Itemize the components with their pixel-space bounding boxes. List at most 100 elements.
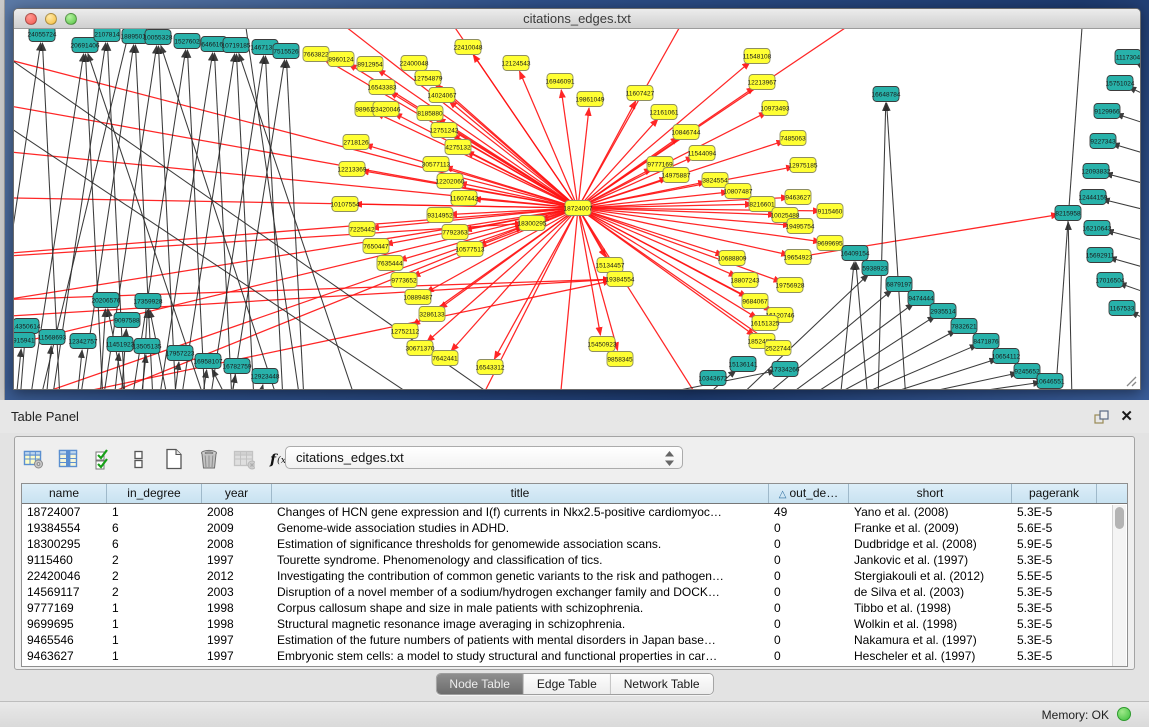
- graph-node[interactable]: 11544094: [688, 146, 717, 161]
- graph-node[interactable]: 10846744: [672, 125, 701, 140]
- graph-node[interactable]: 16958107: [194, 354, 223, 369]
- column-header-pagerank[interactable]: pagerank: [1012, 484, 1097, 503]
- graph-node[interactable]: 9773652: [391, 273, 417, 288]
- graph-node[interactable]: 2718126: [343, 135, 369, 150]
- graph-node[interactable]: 5938923: [862, 261, 888, 276]
- graph-node[interactable]: 10646551: [1036, 374, 1065, 389]
- graph-node[interactable]: 8912954: [357, 57, 383, 72]
- graph-node[interactable]: 14350614: [14, 319, 41, 334]
- graph-node[interactable]: 16782759: [223, 359, 252, 374]
- graph-node[interactable]: 9227343: [1090, 134, 1116, 149]
- graph-node[interactable]: 9245652: [1014, 364, 1040, 379]
- graph-edge[interactable]: [259, 385, 263, 390]
- graph-node[interactable]: 14024067: [428, 88, 457, 103]
- graph-edge[interactable]: [878, 103, 886, 390]
- graph-node[interactable]: 12975185: [789, 158, 818, 173]
- graph-node[interactable]: 9129966: [1094, 104, 1120, 119]
- float-panel-icon[interactable]: [1093, 409, 1109, 425]
- scrollbar-thumb[interactable]: [1115, 507, 1124, 529]
- split-pane-divider[interactable]: [0, 0, 5, 400]
- graph-node[interactable]: 17334266: [771, 362, 800, 377]
- tab-node-table[interactable]: Node Table: [436, 674, 524, 694]
- graph-node[interactable]: 10343672: [699, 371, 728, 386]
- graph-node[interactable]: 17957223: [166, 346, 195, 361]
- graph-edge-selected[interactable]: [578, 208, 700, 390]
- column-header-title[interactable]: title: [272, 484, 769, 503]
- graph-edge-selected[interactable]: [578, 108, 589, 208]
- graph-node[interactable]: 12213967: [748, 75, 777, 90]
- resize-grip-icon[interactable]: [1123, 373, 1137, 387]
- graph-node[interactable]: 22410048: [454, 40, 483, 55]
- tab-network-table[interactable]: Network Table: [611, 674, 713, 694]
- graph-edge[interactable]: [236, 54, 254, 390]
- graph-node[interactable]: 10654112: [992, 349, 1021, 364]
- graph-node[interactable]: 7663822: [303, 47, 329, 62]
- graph-node[interactable]: 7792363: [442, 225, 468, 240]
- graph-node[interactable]: 17359928: [134, 294, 163, 309]
- graph-node[interactable]: 30671370: [406, 341, 435, 356]
- column-header-out_de[interactable]: △out_de…: [769, 484, 849, 503]
- graph-node[interactable]: 12752112: [391, 324, 420, 339]
- column-header-name[interactable]: name: [22, 484, 107, 503]
- table-row[interactable]: 2242004622012Investigating the contribut…: [22, 568, 1127, 584]
- table-row[interactable]: 946362711997Embryonic stem cells: a mode…: [22, 648, 1127, 664]
- graph-node[interactable]: 9684067: [742, 294, 768, 309]
- graph-node[interactable]: 9858345: [607, 352, 633, 367]
- graph-node[interactable]: 7485063: [780, 131, 806, 146]
- table-select-dropdown[interactable]: citations_edges.txt: [285, 446, 683, 469]
- graph-node[interactable]: 18807243: [731, 273, 760, 288]
- graph-node[interactable]: 16543383: [368, 80, 397, 95]
- network-canvas[interactable]: 2405572420691406210781418895013100553281…: [14, 29, 1140, 390]
- graph-node[interactable]: 11548108: [743, 49, 772, 64]
- graph-edge-selected[interactable]: [14, 47, 578, 208]
- graph-edge[interactable]: [46, 346, 51, 390]
- graph-edge[interactable]: [910, 382, 1041, 390]
- graph-edge-selected[interactable]: [14, 97, 578, 208]
- column-select-icon[interactable]: [58, 448, 80, 470]
- graph-node[interactable]: 19756928: [776, 278, 805, 293]
- graph-node[interactable]: 9699695: [817, 236, 843, 251]
- graph-node[interactable]: 10055328: [144, 30, 173, 45]
- graph-node[interactable]: 10889487: [404, 290, 433, 305]
- graph-node[interactable]: 1167533: [1109, 301, 1135, 316]
- graph-node[interactable]: 10688809: [718, 251, 747, 266]
- graph-node[interactable]: 11607427: [626, 86, 655, 101]
- row-select-icon[interactable]: [93, 448, 115, 470]
- graph-node[interactable]: 11607442: [450, 191, 479, 206]
- graph-node[interactable]: 15134457: [596, 258, 625, 273]
- column-header-year[interactable]: year: [202, 484, 272, 503]
- graph-node[interactable]: 16648784: [872, 87, 901, 102]
- graph-edge[interactable]: [781, 303, 914, 390]
- graph-edge[interactable]: [286, 60, 304, 390]
- graph-node[interactable]: 12202060: [436, 174, 465, 189]
- graph-node[interactable]: 7225442: [349, 222, 375, 237]
- graph-node[interactable]: 19384554: [606, 272, 635, 287]
- graph-node[interactable]: 15692911: [1086, 248, 1115, 263]
- graph-node[interactable]: 19495754: [786, 219, 815, 234]
- graph-node[interactable]: 1527602: [174, 34, 200, 49]
- graph-node[interactable]: 10973493: [761, 101, 790, 116]
- graph-edge[interactable]: [887, 103, 906, 390]
- tab-edge-table[interactable]: Edge Table: [524, 674, 611, 694]
- graph-edge[interactable]: [846, 345, 978, 390]
- clear-selection-icon[interactable]: [128, 448, 150, 470]
- graph-edge[interactable]: [158, 46, 176, 390]
- column-header-in_degree[interactable]: in_degree: [107, 484, 202, 503]
- graph-node[interactable]: 6879197: [886, 277, 912, 292]
- graph-node[interactable]: 12124543: [502, 56, 531, 71]
- graph-node[interactable]: 2935514: [930, 304, 956, 319]
- graph-node[interactable]: 12161061: [650, 105, 679, 120]
- graph-node[interactable]: 19861049: [576, 92, 605, 107]
- graph-node[interactable]: 16946091: [546, 74, 575, 89]
- graph-node[interactable]: 17016504: [1096, 273, 1125, 288]
- graph-node[interactable]: 12751242: [430, 123, 459, 138]
- graph-node[interactable]: 16543312: [476, 360, 505, 375]
- graph-edge[interactable]: [840, 262, 854, 390]
- graph-node[interactable]: 13505135: [133, 339, 162, 354]
- graph-node[interactable]: 4275132: [445, 140, 471, 155]
- graph-node[interactable]: 7650447: [363, 239, 389, 254]
- graph-node[interactable]: 7515526: [273, 44, 299, 59]
- graph-edge[interactable]: [210, 56, 264, 390]
- graph-node[interactable]: 12213369: [338, 162, 367, 177]
- graph-edge[interactable]: [866, 359, 997, 390]
